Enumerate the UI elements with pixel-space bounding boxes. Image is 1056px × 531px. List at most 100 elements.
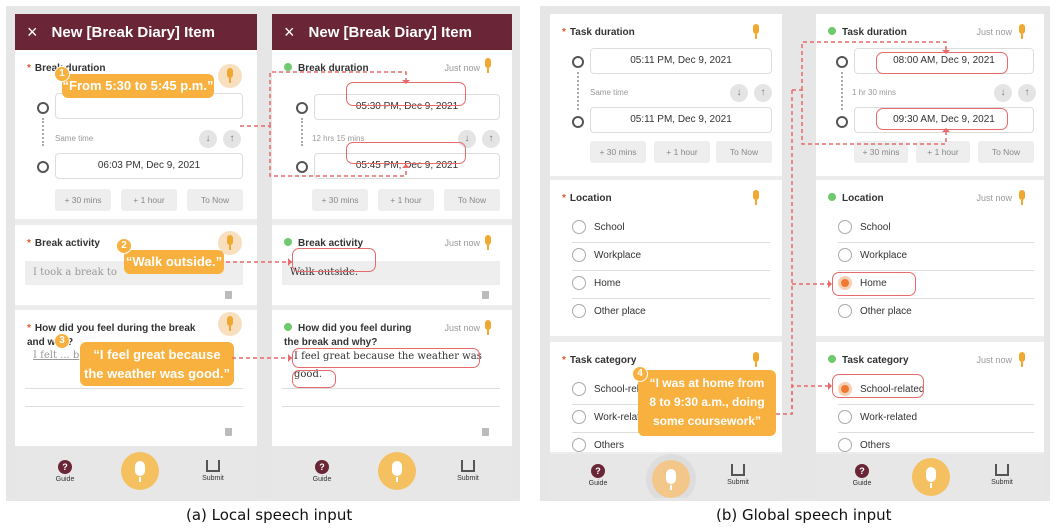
- to-now-button[interactable]: To Now: [444, 189, 500, 211]
- caption-b: (b) Global speech input: [716, 506, 892, 524]
- option-workplace[interactable]: Workplace: [572, 248, 641, 262]
- end-radio[interactable]: [836, 116, 848, 128]
- to-now-button[interactable]: To Now: [187, 189, 243, 211]
- add-30-button[interactable]: + 30 mins: [312, 189, 368, 211]
- speech-button[interactable]: [912, 458, 950, 496]
- connector: [841, 72, 843, 110]
- up-arrow-icon[interactable]: ↑: [223, 130, 241, 148]
- trash-icon[interactable]: [225, 428, 232, 436]
- option-workplace[interactable]: Workplace: [838, 248, 907, 262]
- option-other-place[interactable]: Other place: [838, 304, 912, 318]
- start-radio[interactable]: [572, 56, 584, 68]
- question-label: Location: [828, 192, 884, 206]
- connector: [577, 72, 579, 110]
- submit-button[interactable]: Submit: [718, 464, 758, 486]
- mic-icon[interactable]: [1016, 24, 1028, 40]
- bottom-bar: ? Guide Submit: [15, 446, 257, 498]
- submit-button[interactable]: Submit: [982, 464, 1022, 486]
- submit-button[interactable]: Submit: [193, 460, 233, 482]
- timestamp: Just now: [444, 63, 480, 73]
- guide-button[interactable]: ? Guide: [302, 460, 342, 483]
- mic-icon[interactable]: [1016, 190, 1028, 206]
- add-1h-button[interactable]: + 1 hour: [121, 189, 177, 211]
- down-arrow-icon[interactable]: ↓: [199, 130, 217, 148]
- same-time-label: Same time: [590, 88, 629, 97]
- question-icon: ?: [591, 464, 605, 478]
- end-time-box[interactable]: 06:03 PM, Dec 9, 2021: [55, 153, 243, 179]
- up-arrow-icon[interactable]: ↑: [1018, 84, 1036, 102]
- mic-icon[interactable]: [482, 320, 494, 336]
- mic-icon[interactable]: [750, 190, 762, 206]
- start-radio[interactable]: [37, 102, 49, 114]
- line: [838, 432, 1034, 433]
- step-number-3: 3: [54, 333, 70, 349]
- speech-button[interactable]: [378, 452, 416, 490]
- add-1h-button[interactable]: + 1 hour: [916, 141, 970, 163]
- end-radio[interactable]: [296, 161, 308, 173]
- mic-icon[interactable]: [482, 235, 494, 251]
- mic-icon[interactable]: [750, 352, 762, 368]
- guide-button[interactable]: ? Guide: [45, 460, 85, 483]
- to-now-button[interactable]: To Now: [978, 141, 1034, 163]
- timestamp: Just now: [976, 355, 1012, 365]
- submit-button[interactable]: Submit: [448, 460, 488, 482]
- guide-button[interactable]: ? Guide: [578, 464, 618, 487]
- speech-bubble-3: “I feel great because the weather was goo…: [80, 342, 234, 386]
- to-now-button[interactable]: To Now: [716, 141, 772, 163]
- share-icon: [995, 464, 1009, 476]
- add-30-button[interactable]: + 30 mins: [590, 141, 646, 163]
- start-radio[interactable]: [296, 102, 308, 114]
- end-radio[interactable]: [37, 161, 49, 173]
- option-work-related[interactable]: Work-related: [838, 410, 917, 424]
- trash-icon[interactable]: [482, 291, 489, 299]
- highlight-end: [876, 108, 1008, 130]
- up-arrow-icon[interactable]: ↑: [754, 84, 772, 102]
- caption-a: (a) Local speech input: [186, 506, 353, 524]
- mic-icon[interactable]: [482, 58, 494, 74]
- end-time-box[interactable]: 05:11 PM, Dec 9, 2021: [590, 107, 772, 133]
- option-school[interactable]: School: [838, 220, 891, 234]
- add-1h-button[interactable]: + 1 hour: [378, 189, 434, 211]
- close-icon[interactable]: ×: [27, 22, 38, 43]
- app-header: × New [Break Diary] Item: [272, 14, 512, 50]
- phone-global-after: Task duration Just now 08:00 AM, Dec 9, …: [816, 14, 1044, 498]
- down-arrow-icon[interactable]: ↓: [730, 84, 748, 102]
- highlight-feel-2: [292, 370, 336, 388]
- up-arrow-icon[interactable]: ↑: [482, 130, 500, 148]
- timestamp: Just now: [976, 27, 1012, 37]
- card-location: Location Just now School Workplace Home …: [816, 180, 1044, 336]
- trash-icon[interactable]: [482, 428, 489, 436]
- question-icon: ?: [58, 460, 72, 474]
- mic-icon: [224, 68, 236, 84]
- option-others[interactable]: Others: [572, 438, 624, 452]
- speech-button[interactable]: [121, 452, 159, 490]
- speech-button[interactable]: [652, 460, 690, 498]
- add-30-button[interactable]: + 30 mins: [55, 189, 111, 211]
- mic-icon[interactable]: [750, 24, 762, 40]
- trash-icon[interactable]: [225, 291, 232, 299]
- down-arrow-icon[interactable]: ↓: [994, 84, 1012, 102]
- option-others[interactable]: Others: [838, 438, 890, 452]
- mic-icon[interactable]: [1016, 352, 1028, 368]
- mic-button[interactable]: [218, 312, 242, 336]
- start-time-box[interactable]: 05:11 PM, Dec 9, 2021: [590, 48, 772, 74]
- add-1h-button[interactable]: + 1 hour: [654, 141, 710, 163]
- line: [572, 242, 770, 243]
- line: [25, 388, 243, 389]
- card-location: * Location School Workplace Home Other pl…: [550, 180, 782, 336]
- option-home[interactable]: Home: [572, 276, 621, 290]
- highlight-category: [832, 374, 924, 398]
- question-label: Task duration: [828, 26, 907, 40]
- start-radio[interactable]: [836, 56, 848, 68]
- page-title: New [Break Diary] Item: [51, 23, 215, 41]
- line: [572, 270, 770, 271]
- mic-icon: [224, 235, 236, 251]
- option-school[interactable]: School: [572, 220, 625, 234]
- end-radio[interactable]: [572, 116, 584, 128]
- close-icon[interactable]: ×: [284, 22, 295, 43]
- question-icon: ?: [315, 460, 329, 474]
- option-other-place[interactable]: Other place: [572, 304, 646, 318]
- mic-button[interactable]: [218, 64, 242, 88]
- guide-button[interactable]: ? Guide: [842, 464, 882, 487]
- add-30-button[interactable]: + 30 mins: [854, 141, 908, 163]
